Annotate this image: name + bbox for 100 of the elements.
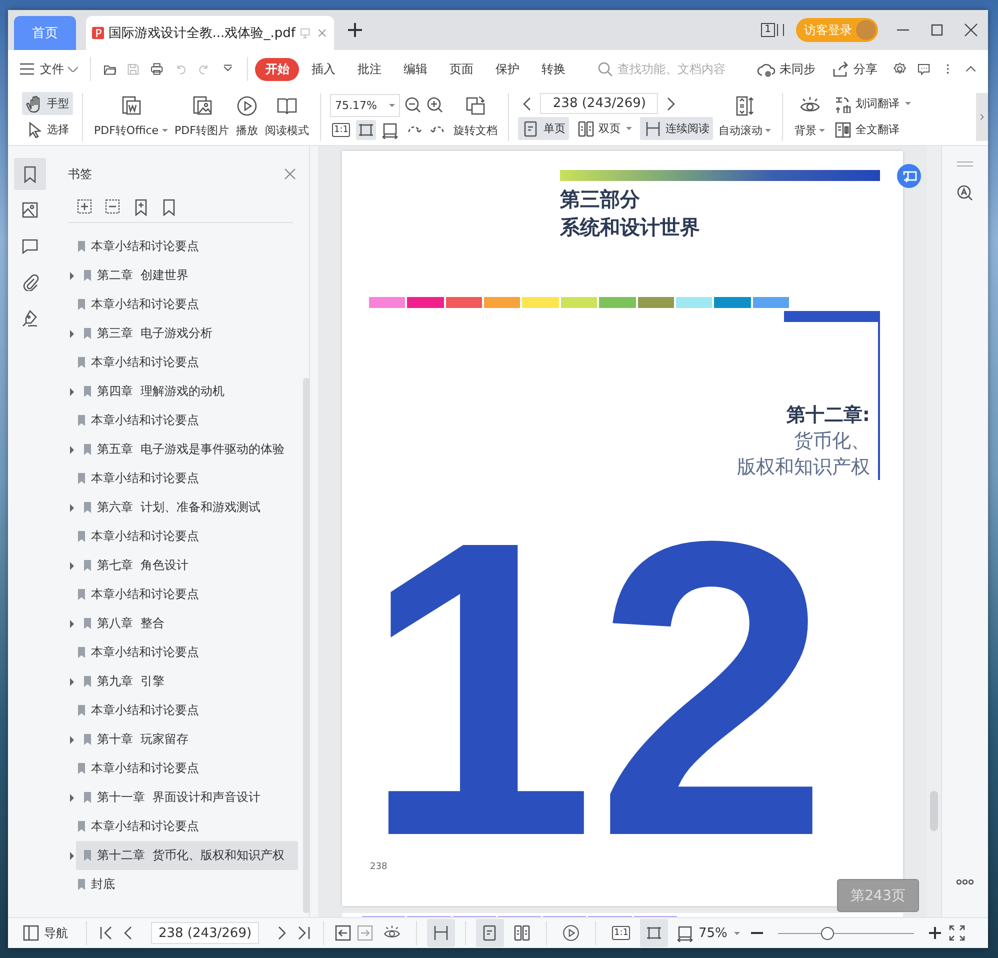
bookmark-item[interactable]: 本章小结和讨论要点 <box>76 580 298 609</box>
convert-icon[interactable] <box>897 164 921 188</box>
expand-arrow-icon[interactable] <box>70 794 74 802</box>
chapter-label: 第十二章: <box>786 403 870 428</box>
fullscreen-icon[interactable] <box>948 924 966 942</box>
caret-icon[interactable] <box>162 129 168 132</box>
bookmark-item[interactable]: 第二章 创建世界 <box>76 261 298 290</box>
expand-arrow-icon[interactable] <box>70 272 74 280</box>
actual-size-button[interactable]: 1:1 <box>332 122 350 136</box>
expand-arrow-icon[interactable] <box>70 388 74 396</box>
actual-size-button[interactable]: 1:1 <box>612 926 630 940</box>
full-translate-button[interactable]: 全文翻译 <box>830 118 916 141</box>
play-button[interactable]: 播放 <box>234 95 260 138</box>
scrollbar-thumb[interactable] <box>303 378 310 913</box>
expand-arrow-icon[interactable] <box>70 620 74 628</box>
bookmark-item[interactable]: 本章小结和讨论要点 <box>76 232 298 261</box>
caret-icon[interactable] <box>765 129 772 132</box>
background-button[interactable]: 背景 <box>792 95 828 138</box>
pdf-to-office-button[interactable]: PDF转Office <box>92 95 170 138</box>
bookmark-item[interactable]: 本章小结和讨论要点 <box>76 290 298 319</box>
expand-arrow-icon[interactable] <box>70 678 74 686</box>
fit-page-icon[interactable] <box>356 120 376 140</box>
search-field[interactable]: 查找功能、文档内容 <box>597 61 750 77</box>
caret-icon[interactable] <box>905 102 912 105</box>
expand-arrow-icon[interactable] <box>70 852 74 860</box>
continuous-reading-button[interactable]: 连续阅读 <box>640 117 714 140</box>
bookmark-item[interactable]: 本章小结和讨论要点 <box>76 696 298 725</box>
rotate-document-button[interactable]: 旋转文档 <box>451 95 500 138</box>
bookmark-item[interactable]: 本章小结和讨论要点 <box>76 406 298 435</box>
pdf-to-image-button[interactable]: PDF转图片 <box>172 95 231 138</box>
bookmark-icon <box>84 560 91 571</box>
zoom-in-icon[interactable] <box>426 96 444 114</box>
bookmark-item[interactable]: 封底 <box>76 870 298 899</box>
print-icon[interactable] <box>150 60 164 78</box>
sync-button[interactable]: 未同步 <box>753 60 820 78</box>
ribbon-tab[interactable]: 编辑 <box>393 58 438 80</box>
auto-scroll-button[interactable]: 自动滚动 <box>716 95 774 138</box>
document-tab[interactable]: 国际游戏设计全教...戏体验_.pdf <box>86 16 334 50</box>
bookmark-item[interactable]: 第六章 计划、准备和游戏测试 <box>76 493 298 522</box>
bookmark-item[interactable]: 本章小结和讨论要点 <box>76 638 298 667</box>
scrollbar[interactable] <box>927 146 941 917</box>
expand-arrow-icon[interactable] <box>70 504 74 512</box>
sidebar-toggle-icon[interactable] <box>777 24 784 36</box>
text-recognition-icon[interactable] <box>956 184 974 202</box>
bookmark-icon <box>84 328 91 339</box>
bookmark-item[interactable]: 第九章 引擎 <box>76 667 298 696</box>
zoom-dropdown[interactable]: 75% <box>672 924 744 942</box>
bookmark-icon <box>84 270 91 281</box>
tab-title[interactable]: 国际游戏设计全教...戏体验_.pdf <box>108 24 296 42</box>
ribbon-tab[interactable]: 保护 <box>485 58 530 80</box>
play-icon <box>236 95 258 117</box>
bookmark-item[interactable]: 本章小结和讨论要点 <box>76 812 298 841</box>
bookmark-item[interactable]: 本章小结和讨论要点 <box>76 348 298 377</box>
expand-arrow-icon[interactable] <box>70 330 74 338</box>
expand-arrow-icon[interactable] <box>70 562 74 570</box>
word-translate-button[interactable]: 划词翻译 <box>830 92 916 115</box>
chapter-title: 货币化、 <box>794 429 870 454</box>
scrollbar-thumb[interactable] <box>930 791 938 831</box>
ribbon-tab[interactable]: 批注 <box>347 58 392 80</box>
bookmark-item[interactable]: 本章小结和讨论要点 <box>76 754 298 783</box>
bookmark-item[interactable]: 本章小结和讨论要点 <box>76 464 298 493</box>
back-icon[interactable] <box>334 924 352 942</box>
bookmark-panel-button[interactable] <box>14 158 46 190</box>
caret-icon[interactable] <box>819 129 826 132</box>
expand-arrow-icon[interactable] <box>70 446 74 454</box>
expand-all-icon[interactable] <box>76 198 94 216</box>
ribbon-tab[interactable]: 转换 <box>531 58 576 80</box>
ribbon-tab[interactable]: 页面 <box>439 58 484 80</box>
page-indicator: 第243页 <box>837 879 919 912</box>
zoom-field[interactable]: 75.17% <box>330 94 400 116</box>
bookmark-item[interactable]: 第五章 电子游戏是事件驱动的体验 <box>76 435 298 464</box>
ribbon-tab[interactable]: 开始 <box>255 58 300 80</box>
file-menu[interactable]: 文件 <box>14 60 82 78</box>
zoom-out-icon[interactable] <box>404 96 422 114</box>
bookmark-item[interactable]: 本章小结和讨论要点 <box>76 522 298 551</box>
collapse-all-icon[interactable] <box>104 198 122 216</box>
reading-mode-button[interactable]: 阅读模式 <box>262 95 311 138</box>
fit-page-button[interactable] <box>640 919 668 947</box>
bookmark-item[interactable]: 第七章 角色设计 <box>76 551 298 580</box>
page-number-field[interactable]: 238 (243/269) <box>540 93 658 114</box>
page-number-field[interactable]: 238 (243/269) <box>151 922 259 944</box>
close-icon[interactable] <box>962 21 980 39</box>
bookmark-item[interactable]: 第八章 整合 <box>76 609 298 638</box>
select-tool-button[interactable]: 选择 <box>22 118 73 141</box>
navigation-button[interactable]: 导航 <box>18 924 72 942</box>
double-page-button[interactable]: 双页 <box>573 117 636 140</box>
caret-icon[interactable] <box>626 127 632 130</box>
bookmark-item[interactable]: 第十一章 界面设计和声音设计 <box>76 783 298 812</box>
continuous-button[interactable] <box>427 919 455 947</box>
share-button[interactable]: 分享 <box>827 60 882 78</box>
single-page-button[interactable]: 单页 <box>518 117 570 140</box>
expand-arrow-icon[interactable] <box>70 736 74 744</box>
bookmark-item[interactable]: 第十章 玩家留存 <box>76 725 298 754</box>
slider-thumb[interactable] <box>821 926 834 940</box>
bookmark-item[interactable]: 第三章 电子游戏分析 <box>76 319 298 348</box>
bookmark-item[interactable]: 第四章 理解游戏的动机 <box>76 377 298 406</box>
single-page-button[interactable] <box>476 919 504 947</box>
signature-icon <box>21 309 39 327</box>
ribbon-tab[interactable]: 插入 <box>301 58 346 80</box>
hand-tool-button[interactable]: 手型 <box>22 92 73 115</box>
